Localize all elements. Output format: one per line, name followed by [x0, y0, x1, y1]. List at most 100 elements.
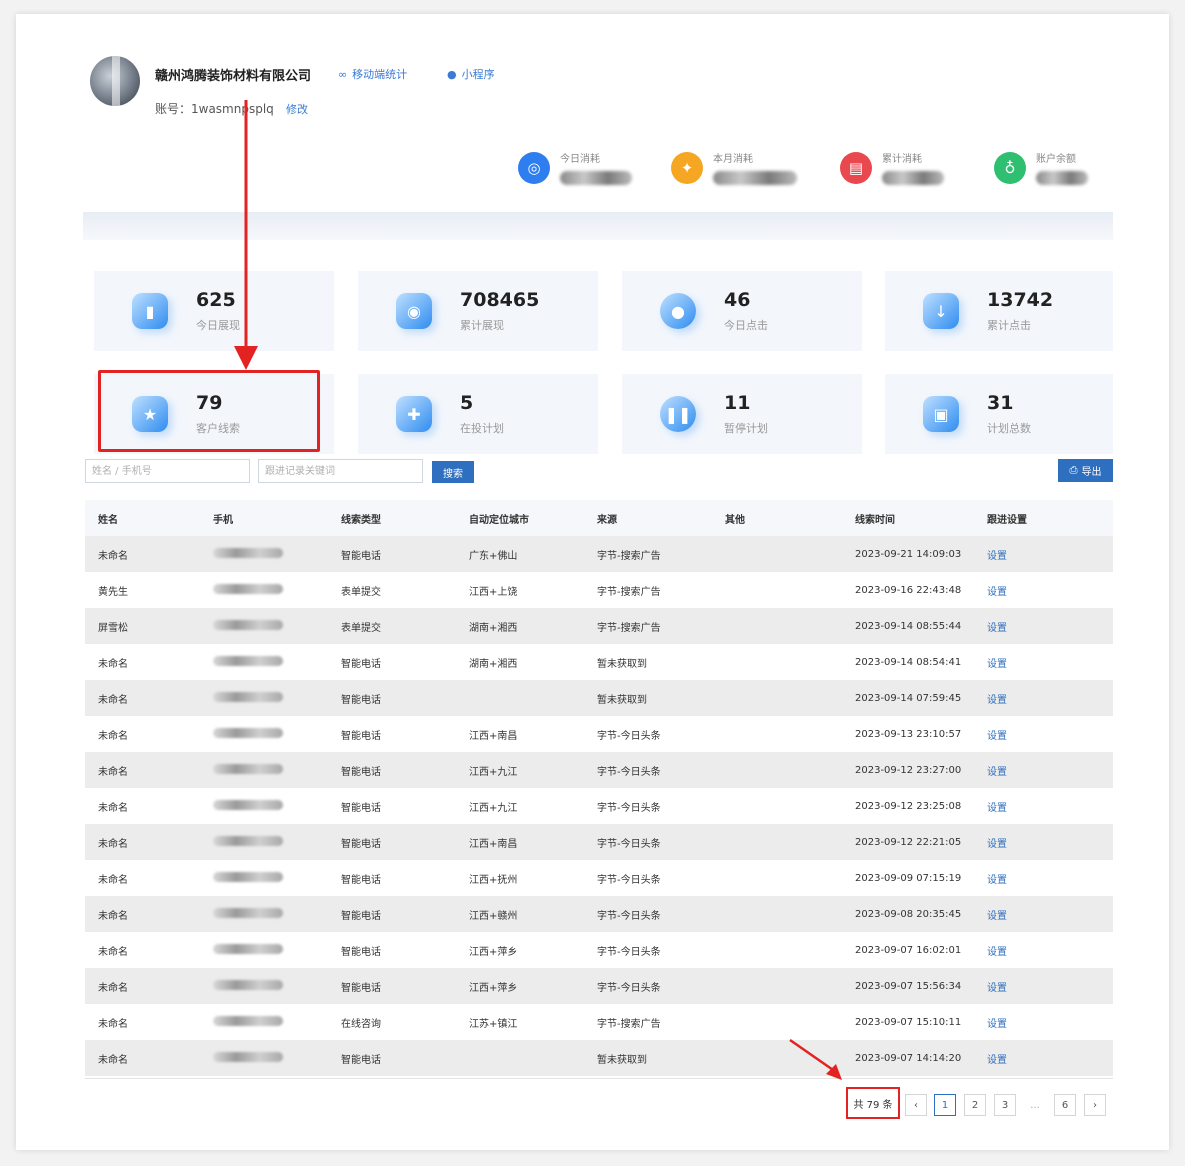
page-2-button[interactable]: 2	[964, 1094, 986, 1116]
cell-name: 未命名	[85, 979, 213, 994]
cell-action[interactable]: 设置	[987, 1015, 1113, 1030]
gift-icon: ✚	[396, 396, 432, 432]
cell-action[interactable]: 设置	[987, 727, 1113, 742]
cell-time: 2023-09-12 23:25:08	[855, 801, 987, 812]
cell-city: 江西+抚州	[469, 871, 597, 886]
cell-time: 2023-09-12 23:27:00	[855, 765, 987, 776]
cell-action-text[interactable]: 设置	[987, 947, 1007, 958]
cell-city-text: 江西+抚州	[469, 874, 518, 886]
col-city-header: 自动定位城市	[469, 514, 529, 526]
next-page-button[interactable]: ›	[1084, 1094, 1106, 1116]
cell-action-text[interactable]: 设置	[987, 695, 1007, 706]
cell-action[interactable]: 设置	[987, 583, 1113, 598]
camera-icon: ◉	[396, 293, 432, 329]
cell-action-text[interactable]: 设置	[987, 1019, 1007, 1030]
cell-type-text: 智能电话	[341, 874, 381, 886]
cell-name: 未命名	[85, 691, 213, 706]
name-phone-input[interactable]	[85, 459, 250, 483]
cell-action-text[interactable]: 设置	[987, 731, 1007, 742]
cell-action-text[interactable]: 设置	[987, 767, 1007, 778]
cell-name-text: 未命名	[98, 982, 128, 994]
cell-type: 表单提交	[341, 583, 469, 598]
cell-action[interactable]: 设置	[987, 655, 1113, 670]
cell-time-text: 2023-09-21 14:09:03	[855, 548, 962, 560]
card-paused-plans[interactable]: ❚❚ 11 暂停计划	[622, 374, 862, 454]
cell-source-text: 字节-今日头条	[597, 838, 661, 850]
cell-type-text: 智能电话	[341, 766, 381, 778]
cell-action-text[interactable]: 设置	[987, 551, 1007, 562]
blurred-phone	[213, 907, 283, 918]
card-total-plans[interactable]: ▣ 31 计划总数	[885, 374, 1113, 454]
cell-name: 未命名	[85, 727, 213, 742]
mini-program-link[interactable]: ● 小程序	[447, 66, 495, 82]
cell-action-text[interactable]: 设置	[987, 1055, 1007, 1066]
cell-action-text[interactable]: 设置	[987, 911, 1007, 922]
cell-time: 2023-09-07 15:10:11	[855, 1017, 987, 1028]
cell-action[interactable]: 设置	[987, 619, 1113, 634]
cell-action-text[interactable]: 设置	[987, 659, 1007, 670]
followup-keyword-input[interactable]	[258, 459, 423, 483]
company-avatar[interactable]	[90, 56, 140, 106]
stat-label: 本月消耗	[713, 154, 753, 165]
cell-action[interactable]: 设置	[987, 907, 1113, 922]
cell-type-text: 智能电话	[341, 982, 381, 994]
cell-city: 湖南+湘西	[469, 619, 597, 634]
cell-action-text[interactable]: 设置	[987, 623, 1007, 634]
cell-type: 智能电话	[341, 727, 469, 742]
cell-type-text: 智能电话	[341, 1054, 381, 1066]
cell-name: 未命名	[85, 943, 213, 958]
cell-time-text: 2023-09-12 23:27:00	[855, 764, 962, 776]
page-1-button[interactable]: 1	[934, 1094, 956, 1116]
cell-source-text: 字节-今日头条	[597, 802, 661, 814]
cell-action-text[interactable]: 设置	[987, 983, 1007, 994]
col-time-header: 线索时间	[855, 514, 895, 526]
cell-name-text: 未命名	[98, 838, 128, 850]
card-total-impressions[interactable]: ◉ 708465 累计展现	[358, 271, 598, 351]
cell-type-text: 在线咨询	[341, 1018, 381, 1030]
card-active-plans[interactable]: ✚ 5 在投计划	[358, 374, 598, 454]
table-row: 未命名 智能电话 江西+九江 字节-今日头条 2023-09-12 23:27:00 设置	[85, 752, 1113, 788]
cell-action[interactable]: 设置	[987, 691, 1113, 706]
cell-source: 暂未获取到	[597, 691, 725, 706]
highlight-leads-box	[98, 370, 320, 452]
cell-source: 字节-今日头条	[597, 979, 725, 994]
cell-action-text[interactable]: 设置	[987, 839, 1007, 850]
cell-time: 2023-09-14 07:59:45	[855, 693, 987, 704]
page-6-button[interactable]: 6	[1054, 1094, 1076, 1116]
cell-name: 未命名	[85, 547, 213, 562]
cell-name-text: 未命名	[98, 550, 128, 562]
cell-action[interactable]: 设置	[987, 979, 1113, 994]
mobile-stats-link[interactable]: ∞ 移动端统计	[338, 66, 407, 82]
cell-action[interactable]: 设置	[987, 547, 1113, 562]
calendar-icon: ✦	[671, 151, 703, 184]
prev-page-button[interactable]: ‹	[905, 1094, 927, 1116]
table-row: 未命名 智能电话 暂未获取到 2023-09-14 07:59:45 设置	[85, 680, 1113, 716]
search-button[interactable]: 搜索	[432, 461, 474, 483]
page-3-button[interactable]: 3	[994, 1094, 1016, 1116]
cell-source: 字节-搜索广告	[597, 1015, 725, 1030]
cell-phone	[213, 799, 341, 813]
cell-action-text[interactable]: 设置	[987, 875, 1007, 886]
card-today-clicks[interactable]: ● 46 今日点击	[622, 271, 862, 351]
card-today-impressions[interactable]: ▮ 625 今日展现	[94, 271, 334, 351]
cell-action[interactable]: 设置	[987, 943, 1113, 958]
cell-source: 暂未获取到	[597, 655, 725, 670]
cell-name-text: 未命名	[98, 946, 128, 958]
cell-action[interactable]: 设置	[987, 871, 1113, 886]
cell-action-text[interactable]: 设置	[987, 587, 1007, 598]
cell-source-text: 字节-今日头条	[597, 982, 661, 994]
cell-action-text[interactable]: 设置	[987, 803, 1007, 814]
cell-action[interactable]: 设置	[987, 1051, 1113, 1066]
cell-type: 智能电话	[341, 691, 469, 706]
modify-link[interactable]: 修改	[286, 101, 308, 117]
cell-action[interactable]: 设置	[987, 835, 1113, 850]
table-header-row: 姓名 手机 线索类型 自动定位城市 来源 其他 线索时间 跟进设置	[85, 500, 1113, 536]
card-total-clicks[interactable]: ↓ 13742 累计点击	[885, 271, 1113, 351]
cell-action[interactable]: 设置	[987, 799, 1113, 814]
cell-action[interactable]: 设置	[987, 763, 1113, 778]
cell-type-text: 智能电话	[341, 550, 381, 562]
cell-phone	[213, 655, 341, 669]
export-button[interactable]: ⎙ 导出	[1058, 459, 1113, 482]
cell-source: 字节-今日头条	[597, 727, 725, 742]
export-icon: ⎙	[1069, 465, 1078, 476]
